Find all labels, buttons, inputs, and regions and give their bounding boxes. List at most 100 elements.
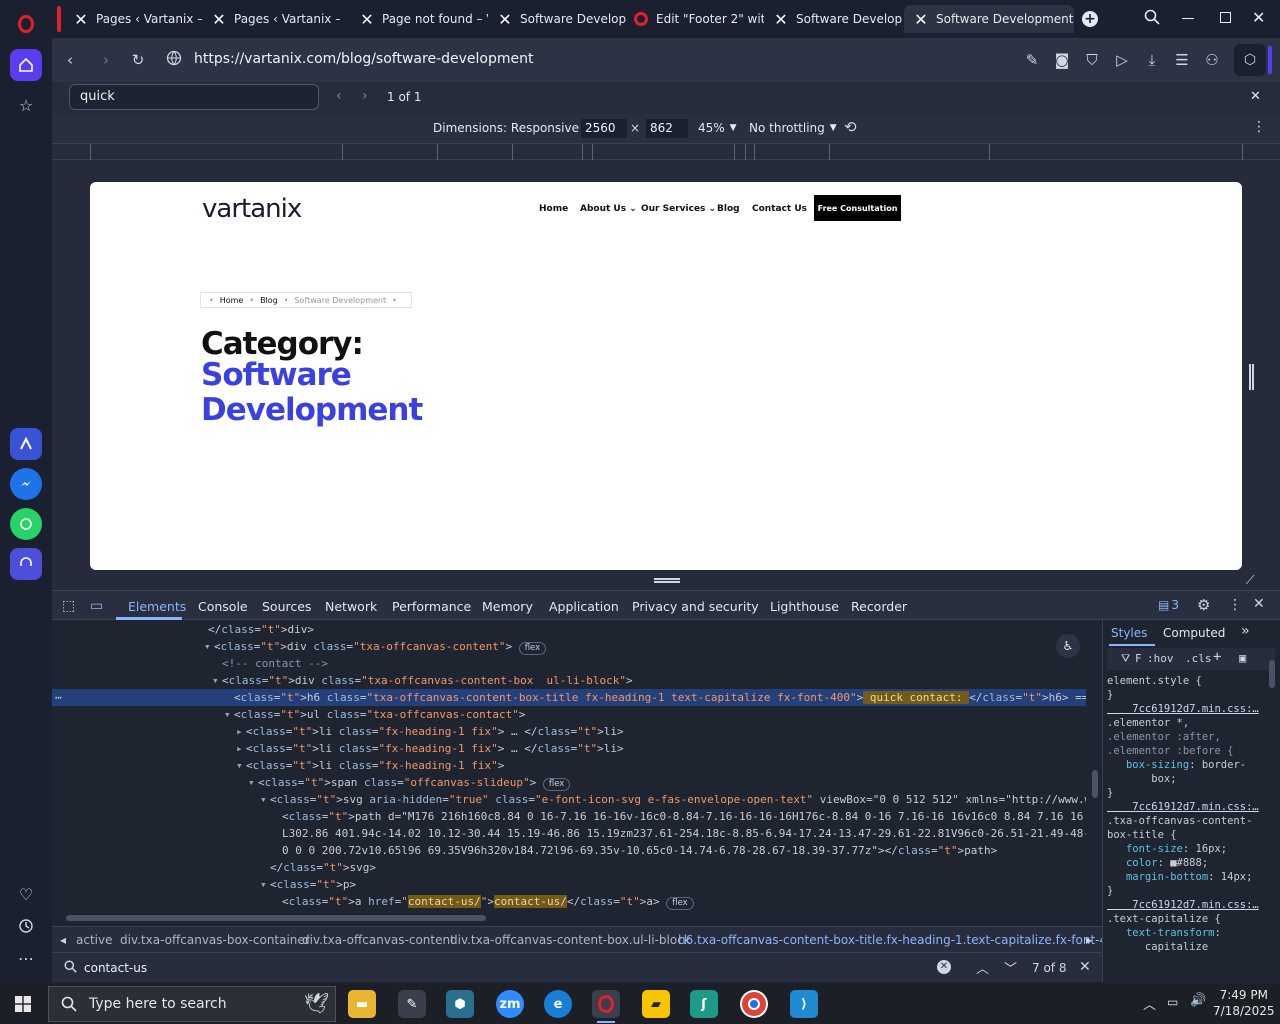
nav-our-services[interactable]: Our Services ⌄ [641, 204, 716, 214]
maximize-icon[interactable] [1220, 12, 1231, 23]
dom-node-selected[interactable]: ⋯ <class="t">h6 class="txa-offcanvas-cont… [52, 689, 1086, 706]
dom-crumb-1[interactable]: active [76, 933, 112, 947]
settings-gear-icon[interactable]: ⚙ [1197, 596, 1210, 614]
extensions-cube-icon[interactable]: ⬡ [1234, 44, 1266, 76]
dom-crumb-5[interactable]: h6.txa-offcanvas-content-box-title.fx-he… [678, 933, 1122, 947]
zoom-icon[interactable]: zm [496, 990, 524, 1018]
throttling-select[interactable]: No throttling ▼ [749, 121, 837, 135]
dom-tree[interactable]: </class="t">div> ▾ <class="t">div class="t… [52, 620, 1102, 912]
devtools-more-icon[interactable]: ⋮ [1228, 597, 1242, 613]
app-s-icon[interactable]: ʃ [690, 990, 718, 1018]
tab-1[interactable]: ✕Pages ‹ Vartanix — W [64, 5, 202, 33]
dom-search-input[interactable]: contact-us [84, 961, 147, 975]
easy-setup-icon[interactable]: ☰ [1172, 50, 1192, 70]
styles-scrollbar[interactable] [1269, 660, 1275, 688]
find-close-icon[interactable]: ✕ [1250, 89, 1261, 104]
find-prev-icon[interactable]: ‹ [336, 88, 342, 104]
dom-node[interactable]: <class="t">path d="M176 216h160c8.84 0 1… [52, 808, 1086, 825]
media-query-ruler[interactable] [52, 144, 1280, 160]
new-tab-plus-icon[interactable]: + [1082, 11, 1098, 27]
chrome-icon[interactable] [740, 990, 768, 1018]
breadcrumb-blog[interactable]: Blog [260, 296, 278, 305]
dom-node[interactable]: ▾ <class="t">li class="fx-heading-1 fix"> [52, 757, 1086, 774]
camera-icon[interactable]: ◙ [1052, 50, 1072, 70]
more-tabs-icon[interactable]: » [1241, 623, 1249, 639]
dom-horizontal-scrollbar[interactable] [52, 912, 1102, 924]
zoom-select[interactable]: 45% ▼ [698, 121, 737, 135]
network-icon[interactable]: ▭ [1167, 995, 1178, 1009]
style-rule-line[interactable]: 7cc61912d7.min.css:… [1107, 703, 1258, 715]
tab-2[interactable]: ✕Pages ‹ Vartanix — W [202, 5, 340, 33]
dom-crumb-2[interactable]: div.txa-offcanvas-box-container [120, 933, 310, 947]
height-input[interactable]: 862 [646, 119, 688, 138]
messenger-icon[interactable] [10, 468, 42, 500]
dimensions-select[interactable]: Dimensions: Responsive ▼ [433, 121, 591, 135]
tab-sources[interactable]: Sources [262, 599, 311, 614]
sticky-notes-icon[interactable]: ▰ [642, 990, 670, 1018]
width-input[interactable]: 2560 [581, 119, 627, 138]
tab-4[interactable]: ✕Software Developme [488, 5, 626, 33]
tab-console[interactable]: Console [198, 599, 248, 614]
star-icon[interactable]: ☆ [10, 89, 42, 121]
viewport-resize-handle-right[interactable] [1249, 364, 1254, 390]
nav-home[interactable]: Home [539, 204, 568, 214]
device-more-icon[interactable]: ⋮ [1252, 119, 1266, 135]
dom-node[interactable]: </class="t">div> [52, 621, 1086, 638]
inspect-element-icon[interactable]: ⬚ [62, 598, 75, 614]
device-toggle-icon[interactable]: ▭ [90, 598, 103, 614]
dom-node[interactable]: ▾ <class="t">p> [52, 876, 1086, 893]
scrollbar-thumb[interactable] [66, 915, 486, 921]
cls-toggle[interactable]: .cls [1185, 652, 1212, 665]
music-player-icon[interactable] [10, 548, 42, 580]
site-logo[interactable]: vartanix [202, 194, 302, 224]
issues-counter[interactable]: ▤ 3 [1158, 598, 1179, 612]
devtools-close-icon[interactable]: ✕ [1253, 596, 1265, 612]
accessibility-icon[interactable]: ♿ [1056, 634, 1080, 658]
opera-menu-icon[interactable] [10, 8, 42, 40]
dom-vertical-scrollbar[interactable] [1092, 770, 1098, 798]
whatsapp-icon[interactable] [10, 508, 42, 540]
home-icon[interactable] [10, 49, 42, 81]
aria-icon[interactable] [10, 428, 42, 460]
history-icon[interactable] [10, 910, 42, 942]
tab-recorder[interactable]: Recorder [851, 599, 907, 614]
dom-node[interactable]: ▾ <class="t">div class="txa-offcanvas-con… [52, 638, 1086, 655]
tab-network[interactable]: Network [325, 599, 377, 614]
tab-performance[interactable]: Performance [392, 599, 471, 614]
tab-6[interactable]: ✕Software Developme [764, 5, 902, 33]
more-icon[interactable]: ⋯ [10, 942, 42, 974]
tab-styles[interactable]: Styles [1111, 626, 1147, 640]
profile-icon[interactable]: ⚇ [1202, 50, 1222, 70]
breadcrumb-scroll-left-icon[interactable]: ◂ [60, 933, 66, 947]
volume-icon[interactable]: 🔊 [1190, 993, 1206, 1008]
add-rule-icon[interactable]: + [1213, 649, 1221, 665]
filter-icon[interactable]: ⛛ [1121, 652, 1130, 666]
forward-icon[interactable]: › [96, 50, 116, 70]
heart-icon[interactable]: ♡ [10, 878, 42, 910]
tab-7-active[interactable]: ✕Software Development - V [904, 5, 1074, 33]
find-input[interactable]: quick [69, 84, 319, 110]
app-hex-icon[interactable]: ⬢ [446, 990, 474, 1018]
nav-blog[interactable]: Blog [717, 204, 740, 214]
search-tabs-icon[interactable] [1144, 9, 1160, 29]
dom-node[interactable]: ▾ <class="t">div class="txa-offcanvas-con… [52, 672, 1086, 689]
tab-3[interactable]: ✕Page not found – Va [350, 5, 488, 33]
tab-privacy-security[interactable]: Privacy and security [632, 599, 759, 614]
computed-toggle-icon[interactable]: ▣ [1239, 651, 1246, 665]
dom-node[interactable]: ▸ <class="t">li class="fx-heading-1 fix">… [52, 723, 1086, 740]
dom-crumb-4[interactable]: div.txa-offcanvas-content-box.ul-li-bloc… [450, 933, 691, 947]
dom-node[interactable]: ▾ <class="t">svg aria-hidden="true" class… [52, 791, 1086, 808]
filter-input[interactable]: F [1135, 652, 1142, 665]
find-next-icon[interactable]: › [362, 88, 368, 104]
tab-computed[interactable]: Computed [1163, 626, 1225, 640]
opera-taskbar-icon[interactable] [592, 990, 620, 1018]
vscode-icon[interactable]: ⟩ [790, 990, 818, 1018]
dom-node[interactable]: ▸ <class="t">li class="fx-heading-1 fix">… [52, 740, 1086, 757]
dom-node[interactable]: <class="t">a href="contact-us/">contact-… [52, 893, 1086, 910]
tray-chevron-icon[interactable]: ︿ [1143, 994, 1156, 1013]
edge-icon[interactable]: e [544, 990, 572, 1018]
reload-icon[interactable]: ↻ [128, 50, 148, 70]
dom-node[interactable]: ▾ <class="t">span class="offcanvas-slideu… [52, 774, 1086, 791]
close-window-icon[interactable]: ✕ [1252, 8, 1265, 27]
taskbar-search-box[interactable]: Type here to search 🕊 [48, 986, 336, 1022]
